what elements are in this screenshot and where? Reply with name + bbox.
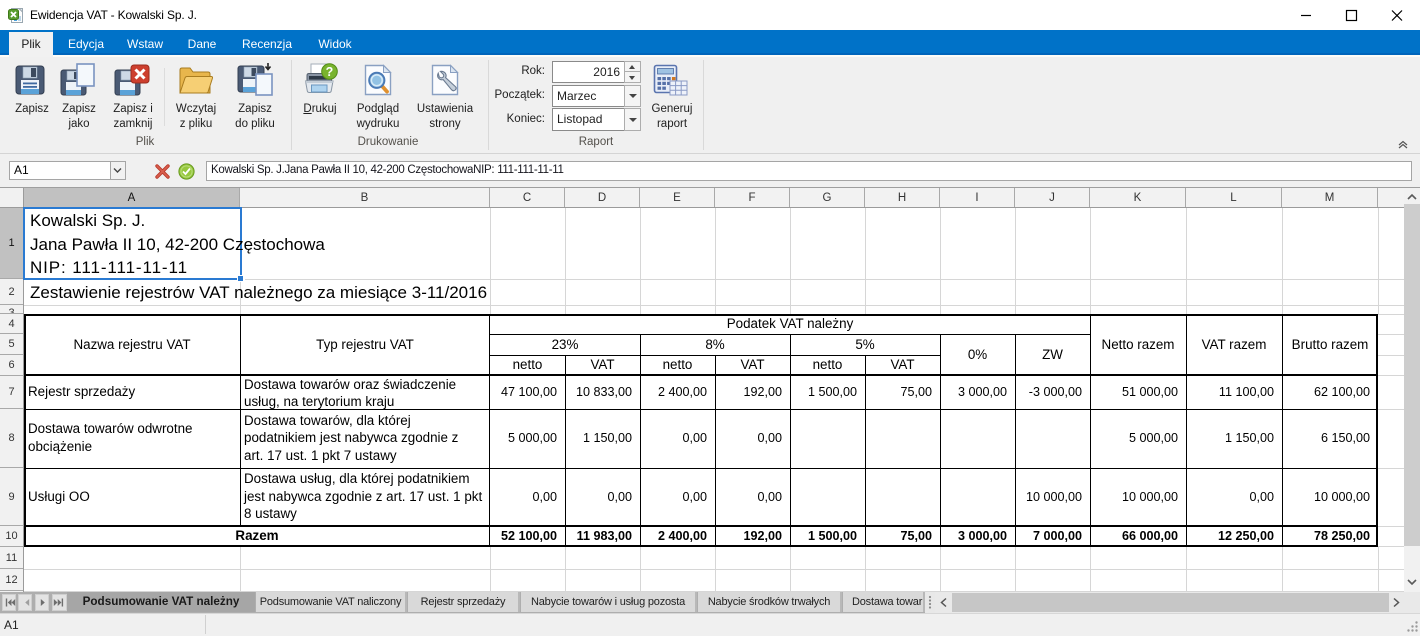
svg-text:?: ?	[326, 65, 334, 79]
